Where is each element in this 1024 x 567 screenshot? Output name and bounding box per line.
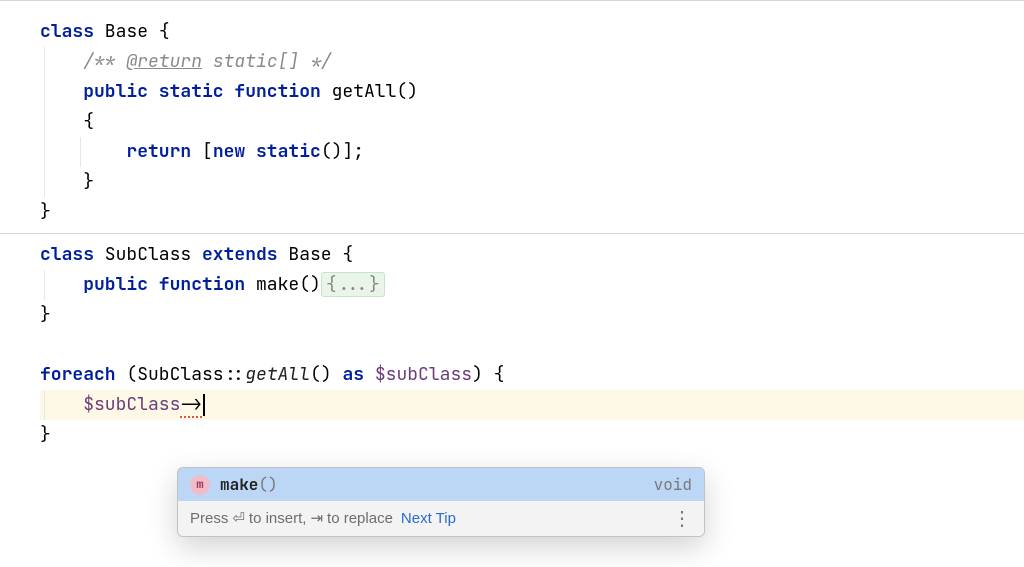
- return-type: void: [654, 474, 692, 495]
- keyword-class: class: [40, 243, 94, 266]
- kebab-menu-icon[interactable]: ⋮: [672, 514, 692, 524]
- code-line[interactable]: {: [40, 107, 1024, 137]
- hint-text: to insert,: [249, 510, 307, 527]
- brace-close: }: [40, 170, 94, 193]
- code-block[interactable]: class Base { /** @return static[] */ pub…: [0, 1, 1024, 450]
- brace-close: }: [40, 200, 51, 223]
- brace-open: {: [40, 110, 94, 133]
- variable: $subClass: [83, 393, 180, 416]
- brace-close: }: [40, 303, 51, 326]
- modifiers: public static function: [40, 80, 321, 103]
- docblock: /** @return static[] */: [40, 50, 332, 73]
- keyword-extends: extends: [202, 243, 278, 266]
- keyword-return: return: [40, 140, 191, 163]
- code-line[interactable]: /** @return static[] */: [40, 47, 1024, 77]
- keyword-as: as: [342, 363, 364, 386]
- class-name: SubClass: [94, 243, 202, 266]
- completion-item[interactable]: m make() void: [178, 468, 704, 501]
- code-line[interactable]: class Base {: [40, 17, 1024, 47]
- code-line[interactable]: }: [40, 420, 1024, 450]
- code-line[interactable]: class SubClass extends Base {: [40, 240, 1024, 270]
- enter-key-icon: ⏎: [232, 509, 245, 528]
- base-class: Base: [278, 243, 343, 266]
- method-name: make(): [245, 273, 321, 296]
- code-line[interactable]: }: [40, 197, 1024, 227]
- variable: $subClass: [375, 363, 472, 386]
- hint-text: to replace: [327, 510, 393, 527]
- keyword-foreach: foreach: [40, 363, 116, 386]
- arrow-operator: ->: [180, 393, 202, 418]
- active-line[interactable]: $subClass->: [40, 390, 1024, 420]
- code-editor[interactable]: class Base { /** @return static[] */ pub…: [0, 0, 1024, 567]
- method-call: getAll: [245, 363, 310, 386]
- hint-text: Press: [190, 510, 228, 527]
- code-line[interactable]: public static function getAll(): [40, 77, 1024, 107]
- next-tip-link[interactable]: Next Tip: [401, 510, 456, 527]
- tab-key-icon: ⇥: [310, 509, 323, 528]
- blank-line[interactable]: [40, 330, 1024, 360]
- code-line[interactable]: foreach (SubClass::getAll() as $subClass…: [40, 360, 1024, 390]
- brace-close: }: [40, 423, 51, 446]
- completion-hint: Press ⏎ to insert, ⇥ to replace Next Tip…: [178, 501, 704, 536]
- method-name: getAll(): [321, 80, 418, 103]
- completion-popup: m make() void Press ⏎ to insert, ⇥ to re…: [177, 467, 705, 537]
- modifiers: public function: [40, 273, 245, 296]
- completion-method-parens: (): [258, 474, 277, 495]
- text-caret: [203, 394, 205, 416]
- keyword-class: class: [40, 20, 94, 43]
- brace: {: [342, 243, 353, 266]
- code-line[interactable]: public function make(){...}: [40, 270, 1024, 300]
- code-line[interactable]: }: [40, 300, 1024, 330]
- completion-method-name: make: [220, 474, 258, 495]
- code-line[interactable]: return [new static()];: [40, 137, 1024, 167]
- class-name: Base: [94, 20, 159, 43]
- method-badge-icon: m: [190, 475, 210, 495]
- code-fold[interactable]: {...}: [321, 272, 385, 297]
- keyword-new-static: new static: [213, 140, 321, 163]
- code-line[interactable]: }: [40, 167, 1024, 197]
- brace: {: [159, 20, 170, 43]
